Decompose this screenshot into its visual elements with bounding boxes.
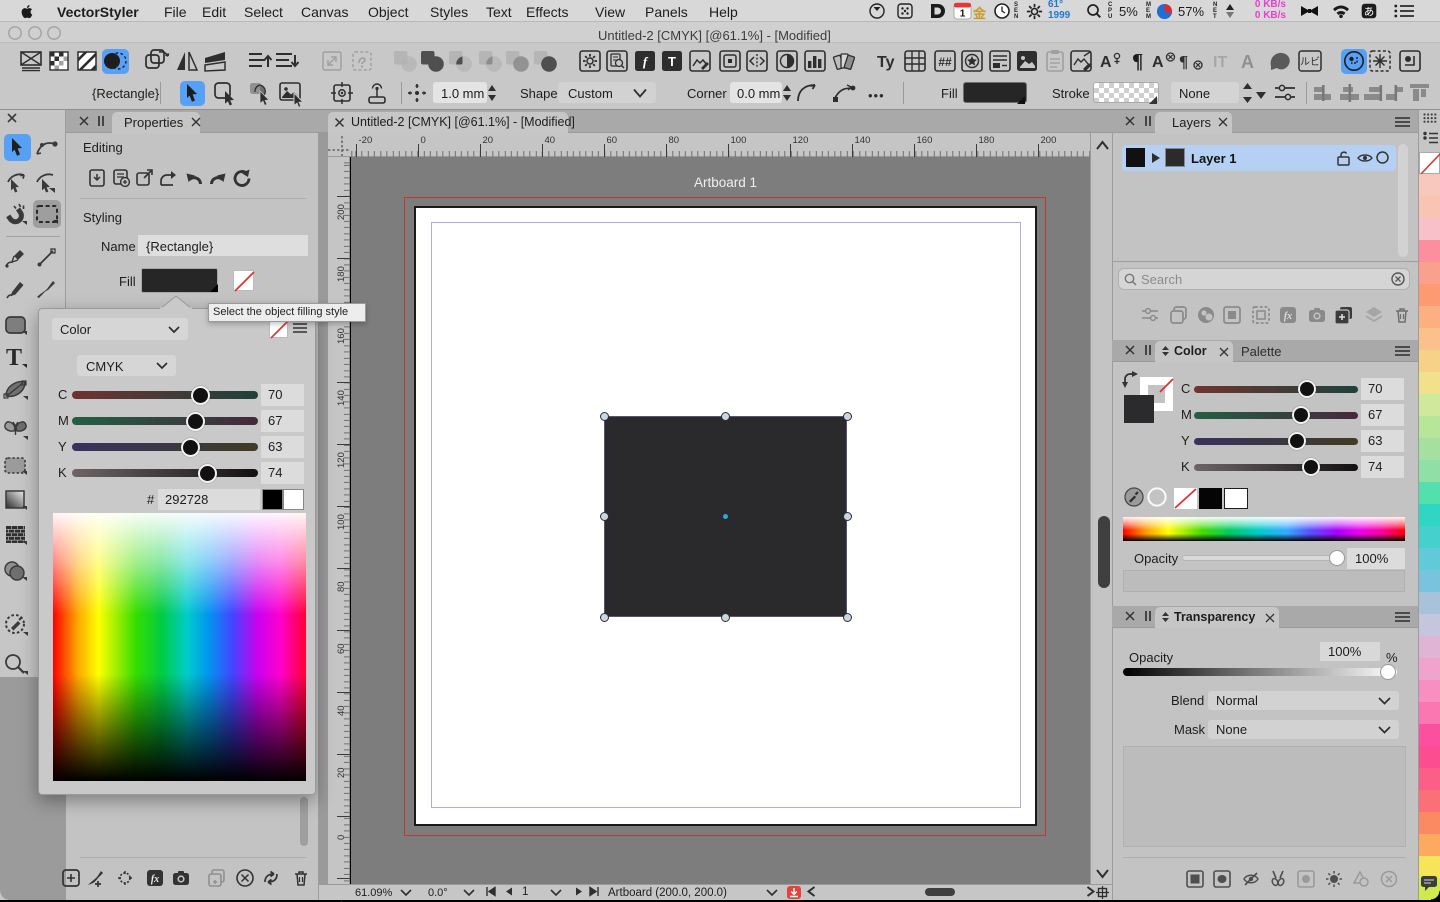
svg-text:A: A [1241, 52, 1254, 72]
svg-text:A: A [1152, 54, 1164, 71]
svg-text:¶: ¶ [1179, 52, 1188, 71]
svg-text:1: 1 [960, 9, 966, 20]
svg-text:##: ## [938, 55, 952, 69]
svg-text:¶: ¶ [1132, 49, 1143, 73]
svg-text:T: T [668, 54, 676, 69]
svg-text:fx: fx [151, 874, 159, 885]
svg-text:あ: あ [1364, 6, 1375, 18]
svg-text:A: A [1100, 54, 1112, 71]
svg-text:fx: fx [1284, 311, 1292, 322]
svg-text:IT: IT [1213, 54, 1227, 71]
svg-text:Ty: Ty [877, 54, 895, 71]
svg-text:ルビ: ルビ [1300, 56, 1320, 68]
svg-text:T: T [6, 345, 22, 371]
